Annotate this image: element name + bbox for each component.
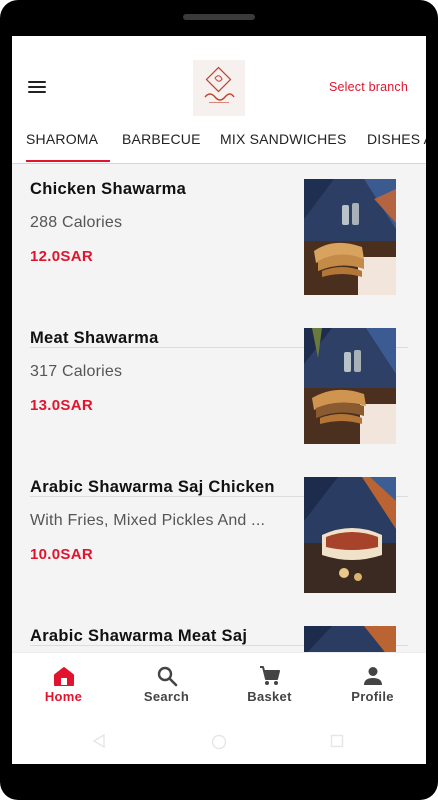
item-name: Chicken Shawarma bbox=[30, 180, 187, 198]
item-name: Arabic Shawarma Saj Chicken bbox=[30, 478, 275, 496]
saj-meat-photo bbox=[304, 626, 396, 652]
saj-chicken-photo bbox=[304, 477, 396, 593]
nav-basket-label: Basket bbox=[247, 689, 292, 704]
nav-search-label: Search bbox=[143, 689, 190, 704]
menu-item-list[interactable]: Chicken Shawarma 288 Calories 12.0SAR Me… bbox=[12, 164, 426, 652]
nav-home-label: Home bbox=[44, 689, 83, 704]
chicken-shawarma-photo bbox=[304, 179, 396, 295]
menu-item[interactable]: Arabic Shawarma Saj Chicken With Fries, … bbox=[30, 462, 408, 611]
meat-shawarma-photo bbox=[304, 328, 396, 444]
home-icon bbox=[53, 667, 74, 686]
item-description: 317 Calories bbox=[30, 363, 123, 380]
select-branch-link[interactable]: Select branch bbox=[329, 80, 408, 94]
tab-mix-sandwiches[interactable]: MIX SANDWICHES bbox=[220, 128, 346, 162]
tab-sharoma[interactable]: SHAROMA bbox=[26, 128, 110, 162]
item-name: Arabic Shawarma Meat Saj bbox=[30, 627, 248, 645]
app-screen: Select branch SHAROMA BARBECUE MIX SANDW… bbox=[12, 36, 426, 764]
nav-home[interactable]: Home bbox=[12, 653, 115, 713]
search-icon bbox=[157, 666, 177, 687]
item-price: 12.0SAR bbox=[30, 248, 93, 265]
nav-profile[interactable]: Profile bbox=[321, 653, 424, 713]
home-circle-icon[interactable] bbox=[211, 734, 227, 750]
cart-icon bbox=[259, 666, 280, 685]
system-navigation-bar bbox=[12, 712, 426, 764]
tab-dishes[interactable]: DISHES A bbox=[367, 128, 426, 162]
phone-frame: Select branch SHAROMA BARBECUE MIX SANDW… bbox=[0, 0, 438, 800]
menu-item[interactable]: Arabic Shawarma Meat Saj bbox=[30, 611, 408, 652]
phone-speaker bbox=[183, 14, 255, 20]
category-tabs: SHAROMA BARBECUE MIX SANDWICHES DISHES A bbox=[12, 128, 426, 164]
bottom-navigation: Home Search Basket Profile bbox=[12, 652, 426, 712]
item-price: 13.0SAR bbox=[30, 397, 93, 414]
tab-barbecue[interactable]: BARBECUE bbox=[122, 128, 201, 162]
item-description: With Fries, Mixed Pickles And ... bbox=[30, 512, 266, 529]
item-price: 10.0SAR bbox=[30, 546, 93, 563]
recent-apps-icon[interactable] bbox=[330, 734, 344, 748]
item-description: 288 Calories bbox=[30, 214, 123, 231]
restaurant-logo bbox=[193, 60, 245, 116]
top-app-bar: Select branch bbox=[12, 36, 426, 128]
person-icon bbox=[363, 667, 382, 685]
nav-search[interactable]: Search bbox=[115, 653, 218, 713]
nav-basket[interactable]: Basket bbox=[218, 653, 321, 713]
item-name: Meat Shawarma bbox=[30, 329, 159, 347]
menu-item[interactable]: Meat Shawarma 317 Calories 13.0SAR bbox=[30, 313, 408, 462]
nav-profile-label: Profile bbox=[351, 689, 394, 704]
hamburger-menu-icon[interactable] bbox=[26, 78, 48, 96]
back-triangle-icon[interactable] bbox=[92, 734, 106, 748]
menu-item[interactable]: Chicken Shawarma 288 Calories 12.0SAR bbox=[30, 164, 408, 313]
